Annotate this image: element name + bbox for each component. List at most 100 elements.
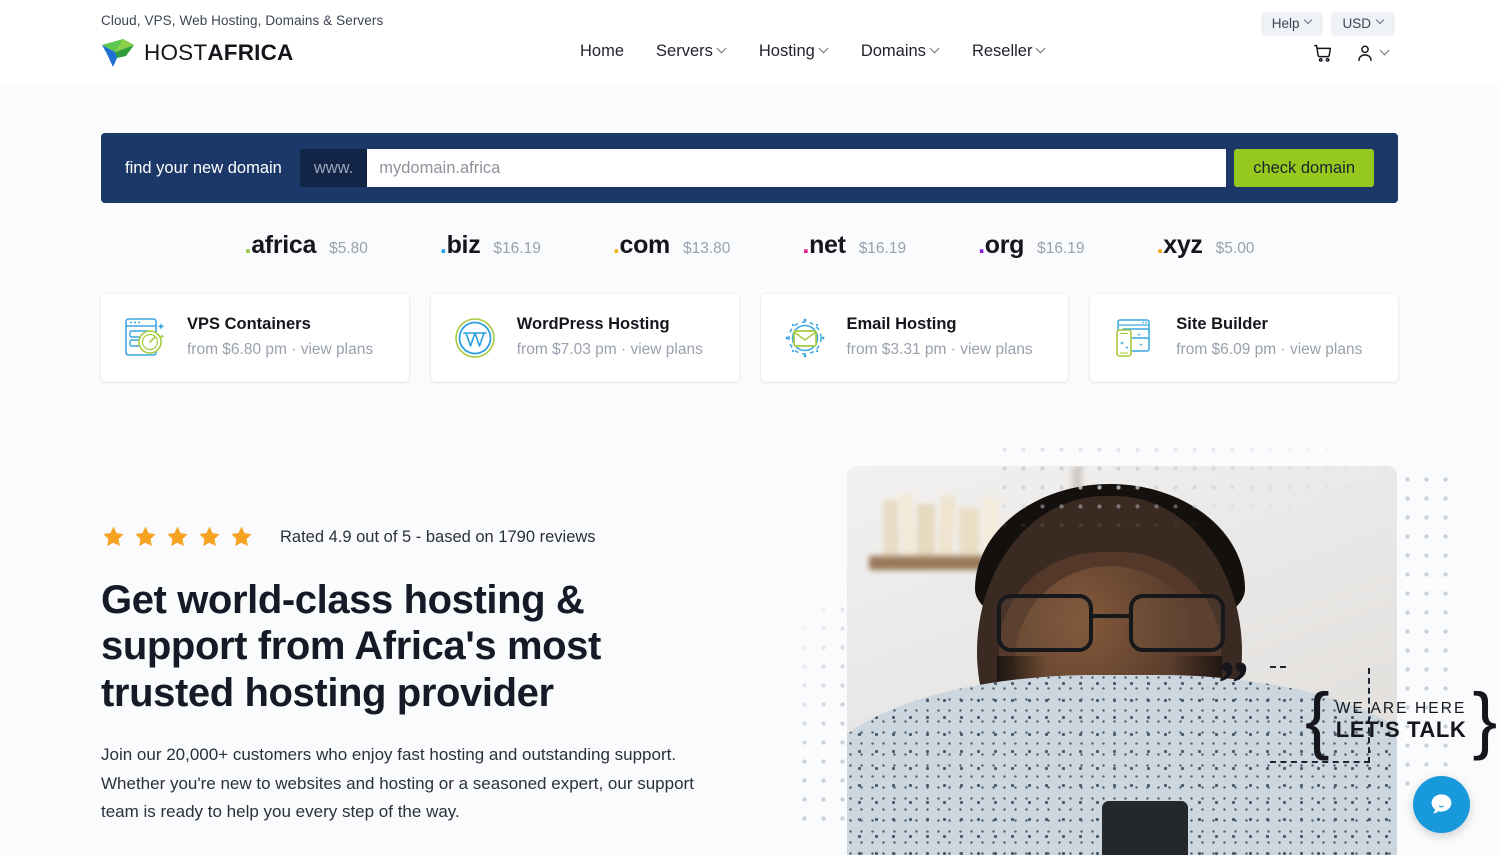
help-menu-button[interactable]: Help [1260, 12, 1324, 36]
dot-pattern-right [1398, 470, 1456, 800]
chat-widget-button[interactable] [1413, 776, 1470, 833]
site-tagline: Cloud, VPS, Web Hosting, Domains & Serve… [101, 13, 384, 28]
tld-item-xyz[interactable]: . xyz $5.00 [1121, 231, 1291, 260]
card-email-hosting[interactable]: Email Hosting from $3.31 pm · view plans [760, 294, 1069, 382]
wordpress-icon [447, 312, 503, 364]
tld-dot: . [802, 230, 810, 259]
domain-search-input[interactable] [367, 149, 1227, 187]
cart-icon [1314, 44, 1332, 62]
logo-text-host: HOST [144, 39, 208, 65]
hero-subtitle: Join our 20,000+ customers who enjoy fas… [101, 745, 694, 821]
chevron-down-icon [718, 45, 727, 54]
tld-dot: . [1156, 230, 1164, 259]
nav-label: Home [580, 42, 625, 60]
page-root: Cloud, VPS, Web Hosting, Domains & Serve… [0, 0, 1500, 855]
tld-label: biz [446, 230, 481, 259]
nav-label: Domains [860, 42, 926, 60]
tld-price: $16.19 [858, 239, 907, 257]
star-icon [135, 526, 156, 547]
lets-talk-badge[interactable]: { WE ARE HERE LET'S TALK } [1305, 678, 1498, 761]
card-title: Email Hosting [846, 315, 957, 334]
service-card-list: VPS Containers from $6.80 pm · view plan… [101, 294, 1398, 382]
nav-item-domains[interactable]: Domains [845, 42, 956, 61]
logo-text: HOSTAFRICA [144, 39, 294, 65]
card-vps-containers[interactable]: VPS Containers from $6.80 pm · view plan… [101, 294, 409, 382]
nav-item-hosting[interactable]: Hosting [743, 42, 845, 61]
card-site-builder[interactable]: Site Builder from $6.09 pm · view plans [1090, 294, 1398, 382]
hero-content: Rated 4.9 out of 5 - based on 1790 revie… [101, 525, 741, 826]
card-wordpress-hosting[interactable]: WordPress Hosting from $7.03 pm · view p… [430, 294, 739, 382]
chevron-down-icon [1305, 17, 1314, 26]
brace-left-icon: { [1305, 678, 1330, 761]
card-body: Email Hosting from $3.31 pm · view plans [847, 314, 1033, 361]
tld-name: . net [802, 230, 846, 260]
domain-search-label: find your new domain [125, 158, 282, 177]
chevron-down-icon [1037, 45, 1046, 54]
chevron-down-icon [1381, 47, 1390, 56]
tld-price: $16.19 [1037, 239, 1085, 257]
page-title: Get world-class hosting & support from A… [101, 578, 601, 715]
dotted-frame-top-decoration [1270, 666, 1286, 668]
badge-top-line: WE ARE HERE [1335, 699, 1467, 717]
quote-mark-icon: ” [1218, 650, 1249, 718]
card-body: VPS Containers from $6.80 pm · view plan… [187, 314, 373, 361]
chevron-down-icon [931, 45, 940, 54]
nav-label: Reseller [971, 42, 1033, 60]
tld-item-africa[interactable]: . africa $5.80 [209, 231, 404, 260]
vps-containers-icon [117, 312, 173, 364]
badge-text: WE ARE HERE LET'S TALK [1336, 699, 1467, 743]
tld-name: . org [978, 231, 1024, 260]
card-body: WordPress Hosting from $7.03 pm · view p… [517, 314, 703, 361]
help-label: Help [1271, 16, 1300, 31]
tld-label: xyz [1163, 230, 1203, 259]
star-icon [231, 526, 252, 547]
header-icon-group [1312, 42, 1390, 64]
tld-dot: . [612, 230, 620, 259]
tld-dot: . [439, 230, 447, 259]
user-account-icon [1358, 45, 1372, 62]
currency-label: USD [1342, 16, 1371, 31]
tld-label: africa [251, 230, 317, 259]
check-domain-button[interactable]: check domain [1234, 149, 1374, 187]
site-header: Cloud, VPS, Web Hosting, Domains & Serve… [0, 0, 1500, 85]
account-button[interactable] [1354, 42, 1390, 64]
nav-item-reseller[interactable]: Reseller [956, 42, 1063, 61]
site-builder-icon [1106, 312, 1162, 364]
tld-price: $5.80 [329, 239, 368, 257]
star-rating [101, 525, 254, 549]
nav-label: Hosting [758, 42, 815, 60]
email-hosting-icon [777, 312, 833, 364]
tld-item-biz[interactable]: . biz $16.19 [404, 231, 577, 260]
tld-name: . xyz [1157, 231, 1203, 260]
badge-bottom-line: LET'S TALK [1335, 716, 1467, 742]
tld-name: . africa [245, 231, 317, 260]
brace-right-icon: } [1472, 678, 1498, 761]
card-subtitle: from $6.09 pm · view plans [1176, 341, 1363, 359]
logo-text-africa: AFRICA [207, 39, 294, 65]
main-navigation: Home Servers Hosting Domains Reseller [580, 42, 1062, 61]
tld-name: . biz [439, 230, 481, 260]
star-icon [167, 526, 188, 547]
tld-price: $5.00 [1215, 239, 1255, 257]
nav-label: Servers [656, 42, 713, 60]
tld-item-com[interactable]: . com $13.80 [577, 231, 767, 260]
nav-item-servers[interactable]: Servers [640, 42, 743, 61]
tld-item-org[interactable]: . org $16.19 [942, 231, 1120, 260]
tld-label: com [619, 230, 670, 259]
tld-price: $13.80 [683, 239, 731, 257]
tld-item-net[interactable]: . net $16.19 [766, 231, 942, 260]
chat-bubble-icon [1431, 794, 1452, 814]
www-prefix: www. [299, 149, 368, 187]
currency-menu-button[interactable]: USD [1331, 12, 1395, 36]
card-body: Site Builder from $6.09 pm · view plans [1176, 314, 1362, 361]
card-subtitle: from $6.80 pm · view plans [187, 341, 374, 359]
card-subtitle: from $7.03 pm · view plans [516, 341, 703, 359]
tld-price: $16.19 [493, 239, 541, 257]
card-title: VPS Containers [187, 315, 311, 334]
nav-item-home[interactable]: Home [580, 42, 640, 61]
cart-button[interactable] [1312, 42, 1334, 64]
site-logo[interactable]: HOSTAFRICA [101, 38, 294, 68]
card-title: Site Builder [1176, 315, 1268, 334]
rating-text: Rated 4.9 out of 5 - based on 1790 revie… [280, 527, 596, 546]
rating-block: Rated 4.9 out of 5 - based on 1790 revie… [101, 525, 741, 549]
